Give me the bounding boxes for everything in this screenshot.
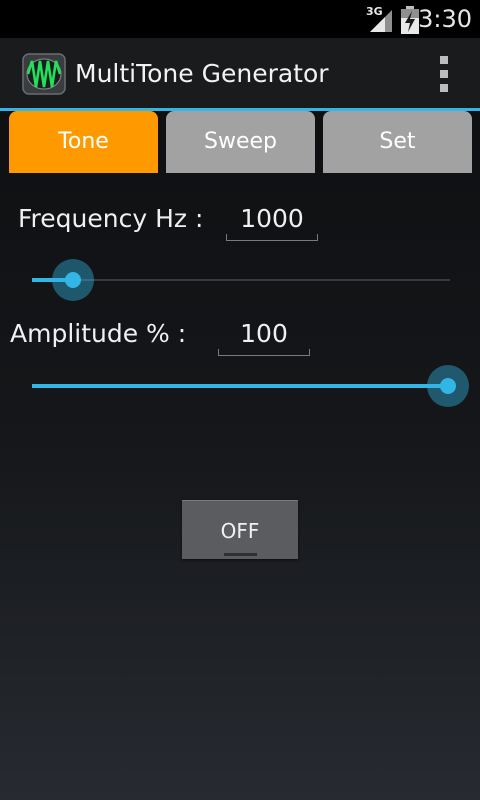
- amplitude-slider-fill: [32, 384, 448, 388]
- tab-set[interactable]: Set: [323, 111, 472, 173]
- tab-sweep[interactable]: Sweep: [166, 111, 315, 173]
- amplitude-label: Amplitude % :: [10, 319, 187, 348]
- tone-toggle-button[interactable]: OFF: [182, 500, 298, 559]
- frequency-label: Frequency Hz :: [18, 204, 204, 233]
- amplitude-slider-thumb[interactable]: [440, 378, 456, 394]
- app-logo-icon: [22, 53, 66, 95]
- network-type-label: 3G: [366, 5, 383, 18]
- frequency-value: 1000: [240, 204, 304, 233]
- amplitude-slider[interactable]: [32, 364, 469, 408]
- tone-toggle-label: OFF: [220, 519, 260, 543]
- frequency-input[interactable]: 1000: [226, 203, 318, 241]
- amplitude-value: 100: [240, 319, 288, 348]
- action-bar: MultiTone Generator: [0, 38, 480, 111]
- battery-charging-icon: [401, 6, 419, 34]
- frequency-slider[interactable]: [32, 258, 450, 302]
- signal-3g-icon: 3G: [366, 5, 392, 32]
- status-bar: 3G 3:30: [0, 0, 480, 38]
- tab-tone[interactable]: Tone: [9, 111, 158, 173]
- status-clock: 3:30: [418, 5, 472, 33]
- amplitude-input[interactable]: 100: [218, 318, 310, 356]
- toggle-indicator: [224, 553, 257, 556]
- frequency-slider-thumb[interactable]: [64, 272, 81, 288]
- app-title: MultiTone Generator: [75, 59, 329, 88]
- screen: 3G 3:30 MultiTone Generator Tone Sweep S…: [0, 0, 480, 800]
- tab-bar: Tone Sweep Set: [9, 111, 473, 173]
- overflow-menu-icon[interactable]: [438, 56, 450, 92]
